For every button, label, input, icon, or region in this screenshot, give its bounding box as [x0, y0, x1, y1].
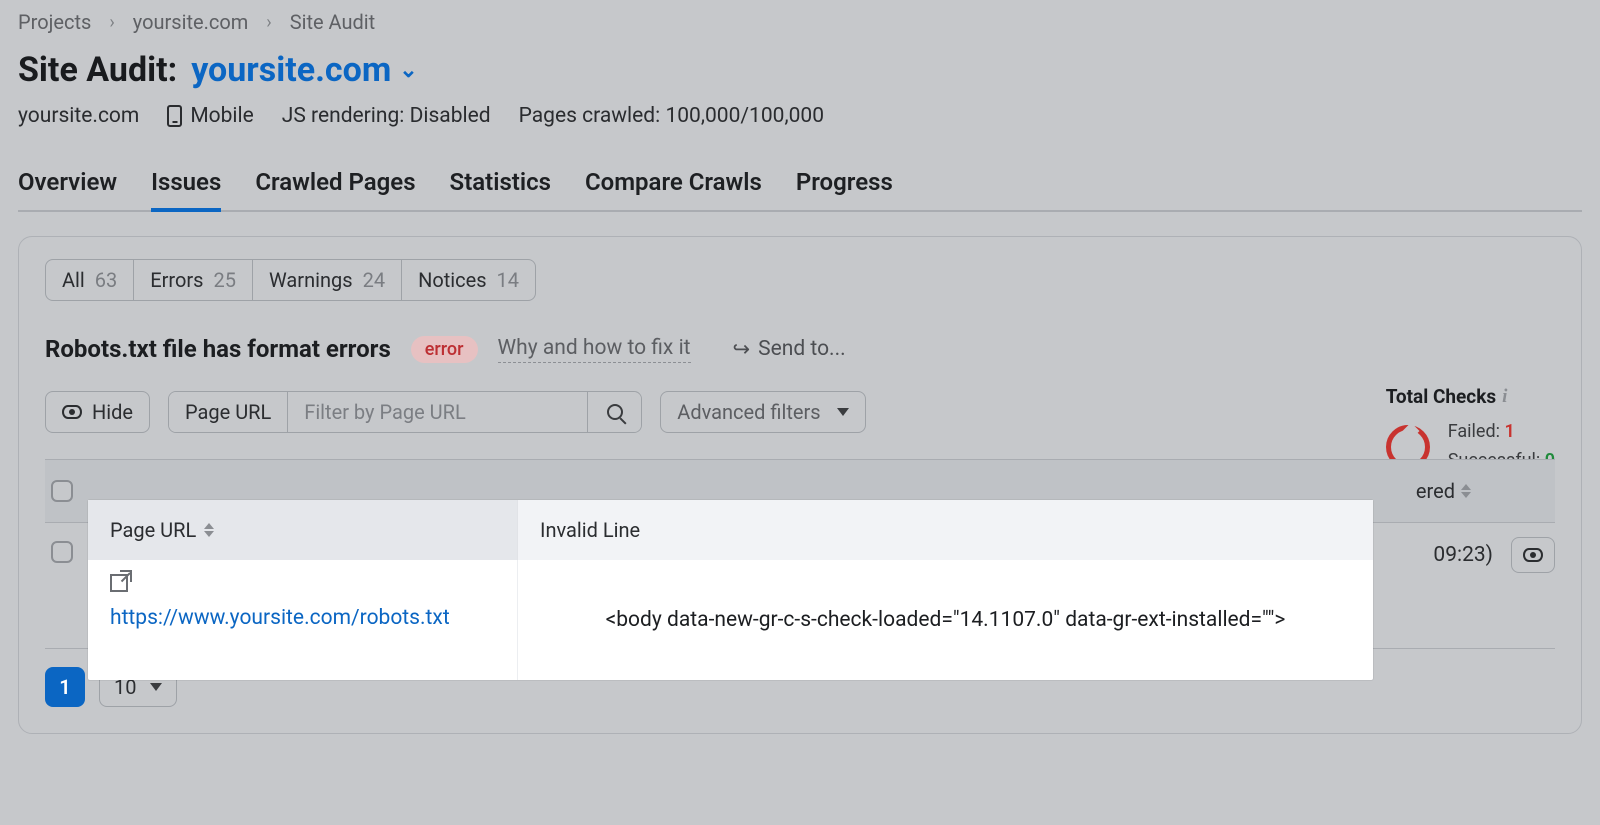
issue-filter-chips: All 63 Errors 25 Warnings 24 Notices 14: [45, 259, 1555, 301]
chevron-down-icon: [837, 408, 849, 416]
eye-icon: [1523, 548, 1543, 562]
tabs: Overview Issues Crawled Pages Statistics…: [18, 168, 1582, 212]
chip-notices[interactable]: Notices 14: [402, 259, 536, 301]
chip-errors[interactable]: Errors 25: [134, 259, 253, 301]
page-number-current[interactable]: 1: [45, 667, 85, 707]
chip-notices-label: Notices: [418, 268, 486, 292]
search-icon: [607, 404, 623, 420]
chip-warnings[interactable]: Warnings 24: [253, 259, 402, 301]
highlighted-table-header: Page URL Invalid Line: [88, 500, 1373, 560]
chevron-right-icon: ›: [266, 12, 271, 33]
select-all-checkbox[interactable]: [51, 480, 73, 502]
chip-all-label: All: [62, 268, 85, 292]
meta-device: Mobile: [167, 104, 253, 128]
send-to-button[interactable]: ↪ Send to...: [733, 337, 846, 362]
meta-js-rendering: JS rendering: Disabled: [282, 104, 491, 128]
failed-value: 1: [1504, 421, 1514, 442]
page-url-filter: Page URL Filter by Page URL: [168, 391, 642, 433]
page-url-filter-input[interactable]: Filter by Page URL: [287, 392, 587, 432]
domain-switcher[interactable]: yoursite.com ⌄: [191, 50, 418, 90]
page-url-link[interactable]: https://www.yoursite.com/robots.txt: [110, 604, 495, 632]
chevron-down-icon: [150, 683, 162, 691]
advanced-filters-label: Advanced filters: [677, 400, 820, 424]
tab-overview[interactable]: Overview: [18, 168, 117, 210]
chip-errors-label: Errors: [150, 268, 203, 292]
sort-icon: [1461, 484, 1471, 498]
page-url-filter-type[interactable]: Page URL: [169, 392, 287, 432]
chevron-right-icon: ›: [109, 12, 114, 33]
table-controls: Hide Page URL Filter by Page URL Advance…: [45, 391, 1555, 433]
page-url-filter-search-button[interactable]: [587, 392, 641, 432]
cell-page-url: https://www.yoursite.com/robots.txt: [88, 560, 518, 680]
eye-icon: [62, 405, 82, 419]
tab-progress[interactable]: Progress: [796, 168, 893, 210]
failed-label: Failed:: [1448, 421, 1500, 442]
meta-device-label: Mobile: [190, 104, 253, 128]
breadcrumb: Projects › yoursite.com › Site Audit: [18, 8, 1582, 40]
tab-statistics[interactable]: Statistics: [450, 168, 551, 210]
breadcrumb-domain[interactable]: yoursite.com: [133, 10, 249, 34]
chip-warnings-count: 24: [363, 268, 385, 292]
hide-button-label: Hide: [92, 400, 133, 424]
send-to-label: Send to...: [758, 337, 846, 361]
mobile-icon: [167, 105, 182, 127]
external-link-icon[interactable]: [110, 574, 128, 592]
info-icon[interactable]: i: [1502, 386, 1507, 408]
column-discovered-fragment[interactable]: ered: [1416, 479, 1471, 503]
total-checks-heading: Total Checks i: [1386, 385, 1555, 408]
cell-invalid-line: <body data-new-gr-c-s-check-loaded="14.1…: [518, 560, 1373, 680]
tab-compare-crawls[interactable]: Compare Crawls: [585, 168, 762, 210]
tab-issues[interactable]: Issues: [151, 168, 221, 210]
hide-button[interactable]: Hide: [45, 391, 150, 433]
issue-title: Robots.txt file has format errors: [45, 335, 391, 363]
sort-icon: [204, 523, 214, 537]
chip-errors-count: 25: [214, 268, 236, 292]
tab-crawled-pages[interactable]: Crawled Pages: [255, 168, 415, 210]
meta-pages-crawled: Pages crawled: 100,000/100,000: [519, 104, 824, 128]
share-arrow-icon: ↪: [733, 337, 751, 362]
chip-all[interactable]: All 63: [45, 259, 134, 301]
breadcrumb-current: Site Audit: [290, 10, 376, 34]
row-checkbox[interactable]: [51, 541, 73, 563]
chip-all-count: 63: [95, 268, 117, 292]
why-how-to-fix-link[interactable]: Why and how to fix it: [498, 336, 691, 363]
column-invalid-line[interactable]: Invalid Line: [518, 500, 1373, 560]
total-checks-label: Total Checks: [1386, 385, 1496, 408]
meta-row: yoursite.com Mobile JS rendering: Disabl…: [18, 104, 1582, 128]
meta-domain: yoursite.com: [18, 104, 139, 128]
view-row-button[interactable]: [1511, 537, 1555, 573]
column-discovered-label-fragment: ered: [1416, 479, 1455, 503]
page-title-row: Site Audit: yoursite.com ⌄: [18, 50, 1582, 90]
severity-badge: error: [411, 336, 478, 363]
breadcrumb-projects[interactable]: Projects: [18, 10, 91, 34]
domain-switcher-label: yoursite.com: [191, 50, 391, 90]
page-title: Site Audit:: [18, 50, 177, 90]
issue-header: Robots.txt file has format errors error …: [45, 335, 1555, 363]
highlighted-table-row: https://www.yoursite.com/robots.txt <bod…: [88, 560, 1373, 680]
highlighted-table: Page URL Invalid Line https://www.yoursi…: [88, 500, 1373, 680]
chevron-down-icon: ⌄: [399, 58, 417, 83]
column-page-url[interactable]: Page URL: [88, 500, 518, 560]
advanced-filters-button[interactable]: Advanced filters: [660, 391, 865, 433]
row-time-fragment: 09:23): [1433, 543, 1493, 567]
column-page-url-label: Page URL: [110, 518, 196, 542]
chip-warnings-label: Warnings: [269, 268, 353, 292]
chip-notices-count: 14: [497, 268, 519, 292]
